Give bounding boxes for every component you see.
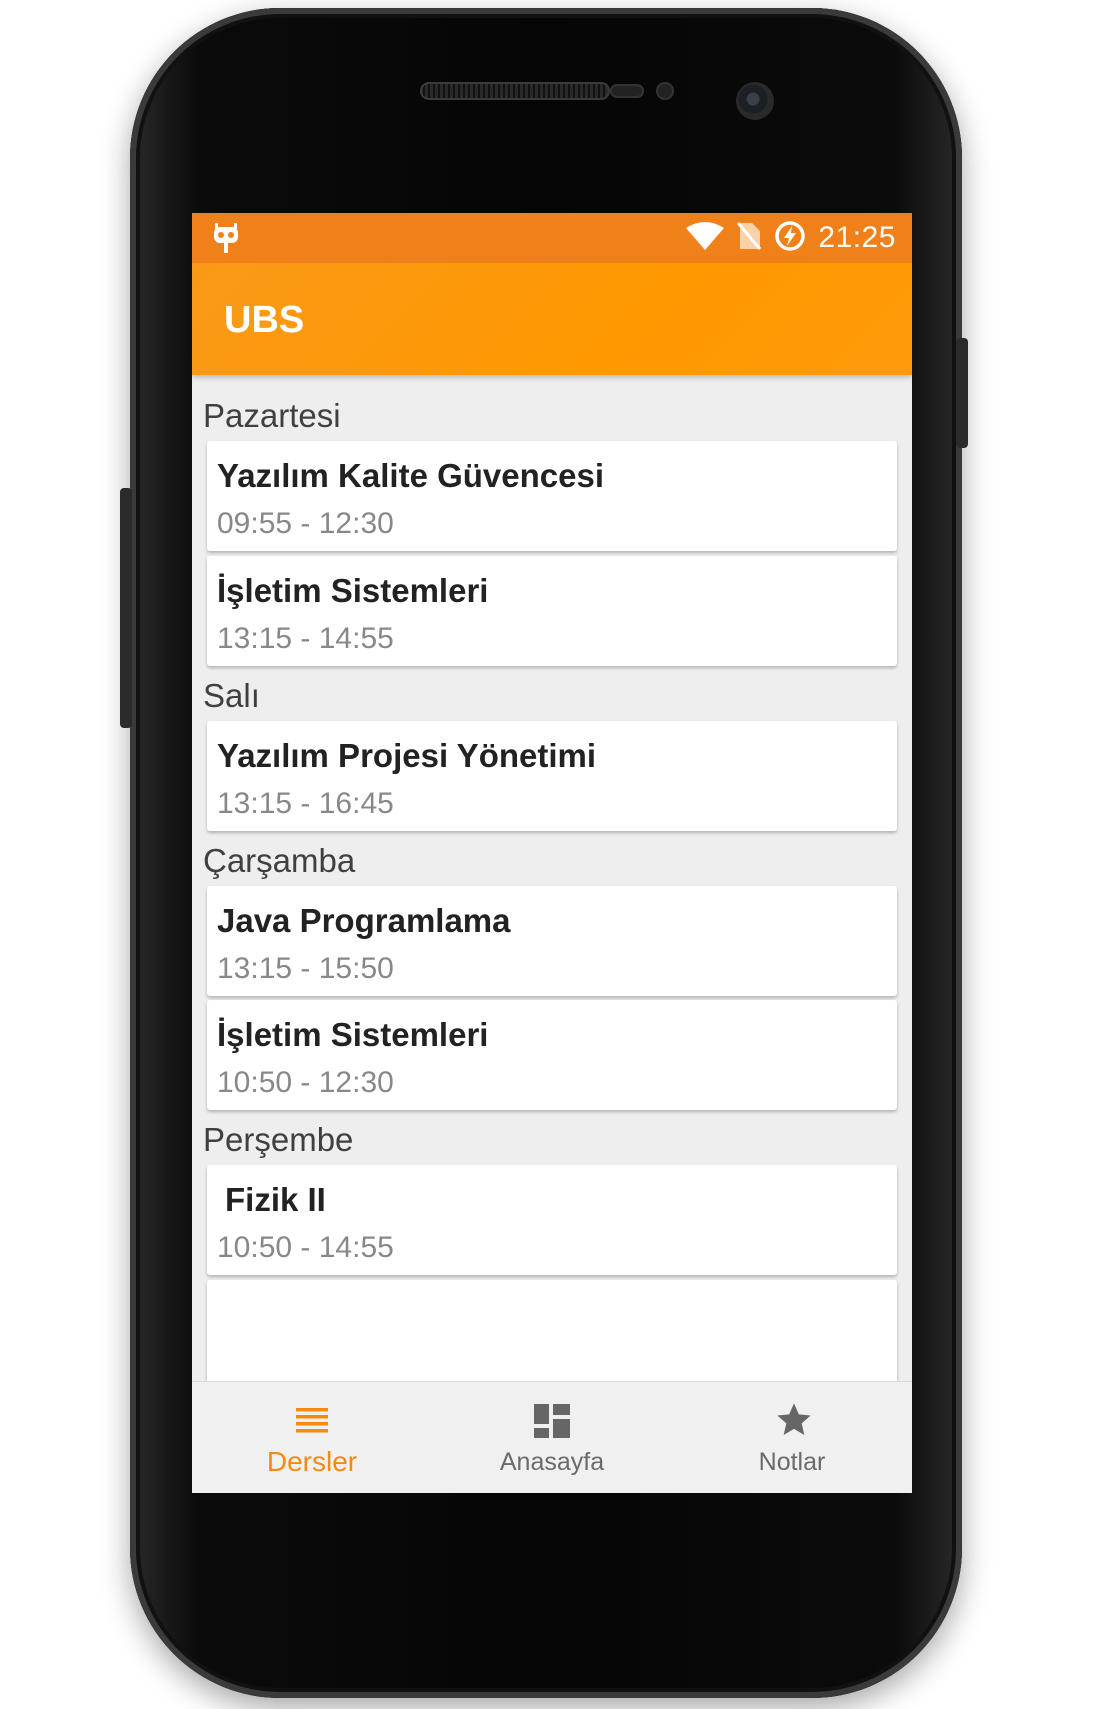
tab-label: Notlar [758, 1448, 826, 1476]
course-time: 10:50 - 12:30 [217, 1066, 394, 1099]
battery-charging-icon [774, 220, 806, 257]
no-sim-icon [736, 221, 762, 256]
light-sensor [656, 82, 674, 100]
tab-label: Dersler [266, 1446, 358, 1477]
course-name: Yazılım Kalite Güvencesi [217, 457, 605, 494]
status-time: 21:25 [818, 221, 896, 254]
course-card[interactable]: Yazılım Projesi Yönetimi 13:15 - 16:45 [207, 721, 897, 831]
volume-button [120, 488, 132, 728]
course-name: Fizik II [225, 1181, 326, 1218]
tab-dersler[interactable]: Dersler [192, 1382, 432, 1493]
day-header: Perşembe [203, 1121, 354, 1158]
star-icon [774, 1400, 811, 1440]
course-card[interactable]: Fizik II 10:50 - 14:55 [207, 1165, 897, 1275]
tab-anasayfa[interactable]: Anasayfa [432, 1382, 672, 1493]
day-header: Salı [203, 677, 260, 714]
app-bar: UBS [192, 263, 912, 375]
wifi-icon [686, 221, 725, 255]
power-button [956, 338, 968, 448]
course-name: İşletim Sistemleri [217, 572, 489, 609]
course-card[interactable] [207, 1280, 897, 1381]
course-name: Java Programlama [217, 902, 511, 939]
screen: 21:25 UBS Pazartesi Yazılım Kalite Güven… [192, 213, 912, 1493]
course-time: 09:55 - 12:30 [217, 507, 394, 540]
proximity-sensor [610, 84, 644, 98]
course-time: 10:50 - 14:55 [217, 1231, 394, 1264]
course-time: 13:15 - 15:50 [217, 952, 394, 985]
earpiece-speaker [420, 82, 610, 100]
cyanogen-robot-icon [212, 223, 240, 260]
course-time: 13:15 - 14:55 [217, 622, 394, 655]
course-time: 13:15 - 16:45 [217, 787, 394, 820]
course-card[interactable]: İşletim Sistemleri 10:50 - 12:30 [207, 1000, 897, 1110]
day-header: Pazartesi [203, 397, 341, 434]
schedule-list[interactable]: Pazartesi Yazılım Kalite Güvencesi 09:55… [192, 375, 912, 1381]
status-bar: 21:25 [192, 213, 912, 263]
tab-label: Anasayfa [499, 1448, 605, 1476]
front-camera [736, 82, 774, 120]
course-card[interactable]: Java Programlama 13:15 - 15:50 [207, 886, 897, 996]
course-card[interactable]: İşletim Sistemleri 13:15 - 14:55 [207, 556, 897, 666]
course-name: Yazılım Projesi Yönetimi [217, 737, 597, 774]
tab-notlar[interactable]: Notlar [672, 1382, 912, 1493]
day-header: Çarşamba [203, 842, 356, 879]
dashboard-icon [534, 1400, 570, 1440]
bottom-navigation: Dersler Anasayfa Notlar [192, 1381, 912, 1493]
list-icon [294, 1400, 330, 1440]
course-name: İşletim Sistemleri [217, 1016, 489, 1053]
app-title: UBS [224, 299, 305, 341]
course-card[interactable]: Yazılım Kalite Güvencesi 09:55 - 12:30 [207, 441, 897, 551]
